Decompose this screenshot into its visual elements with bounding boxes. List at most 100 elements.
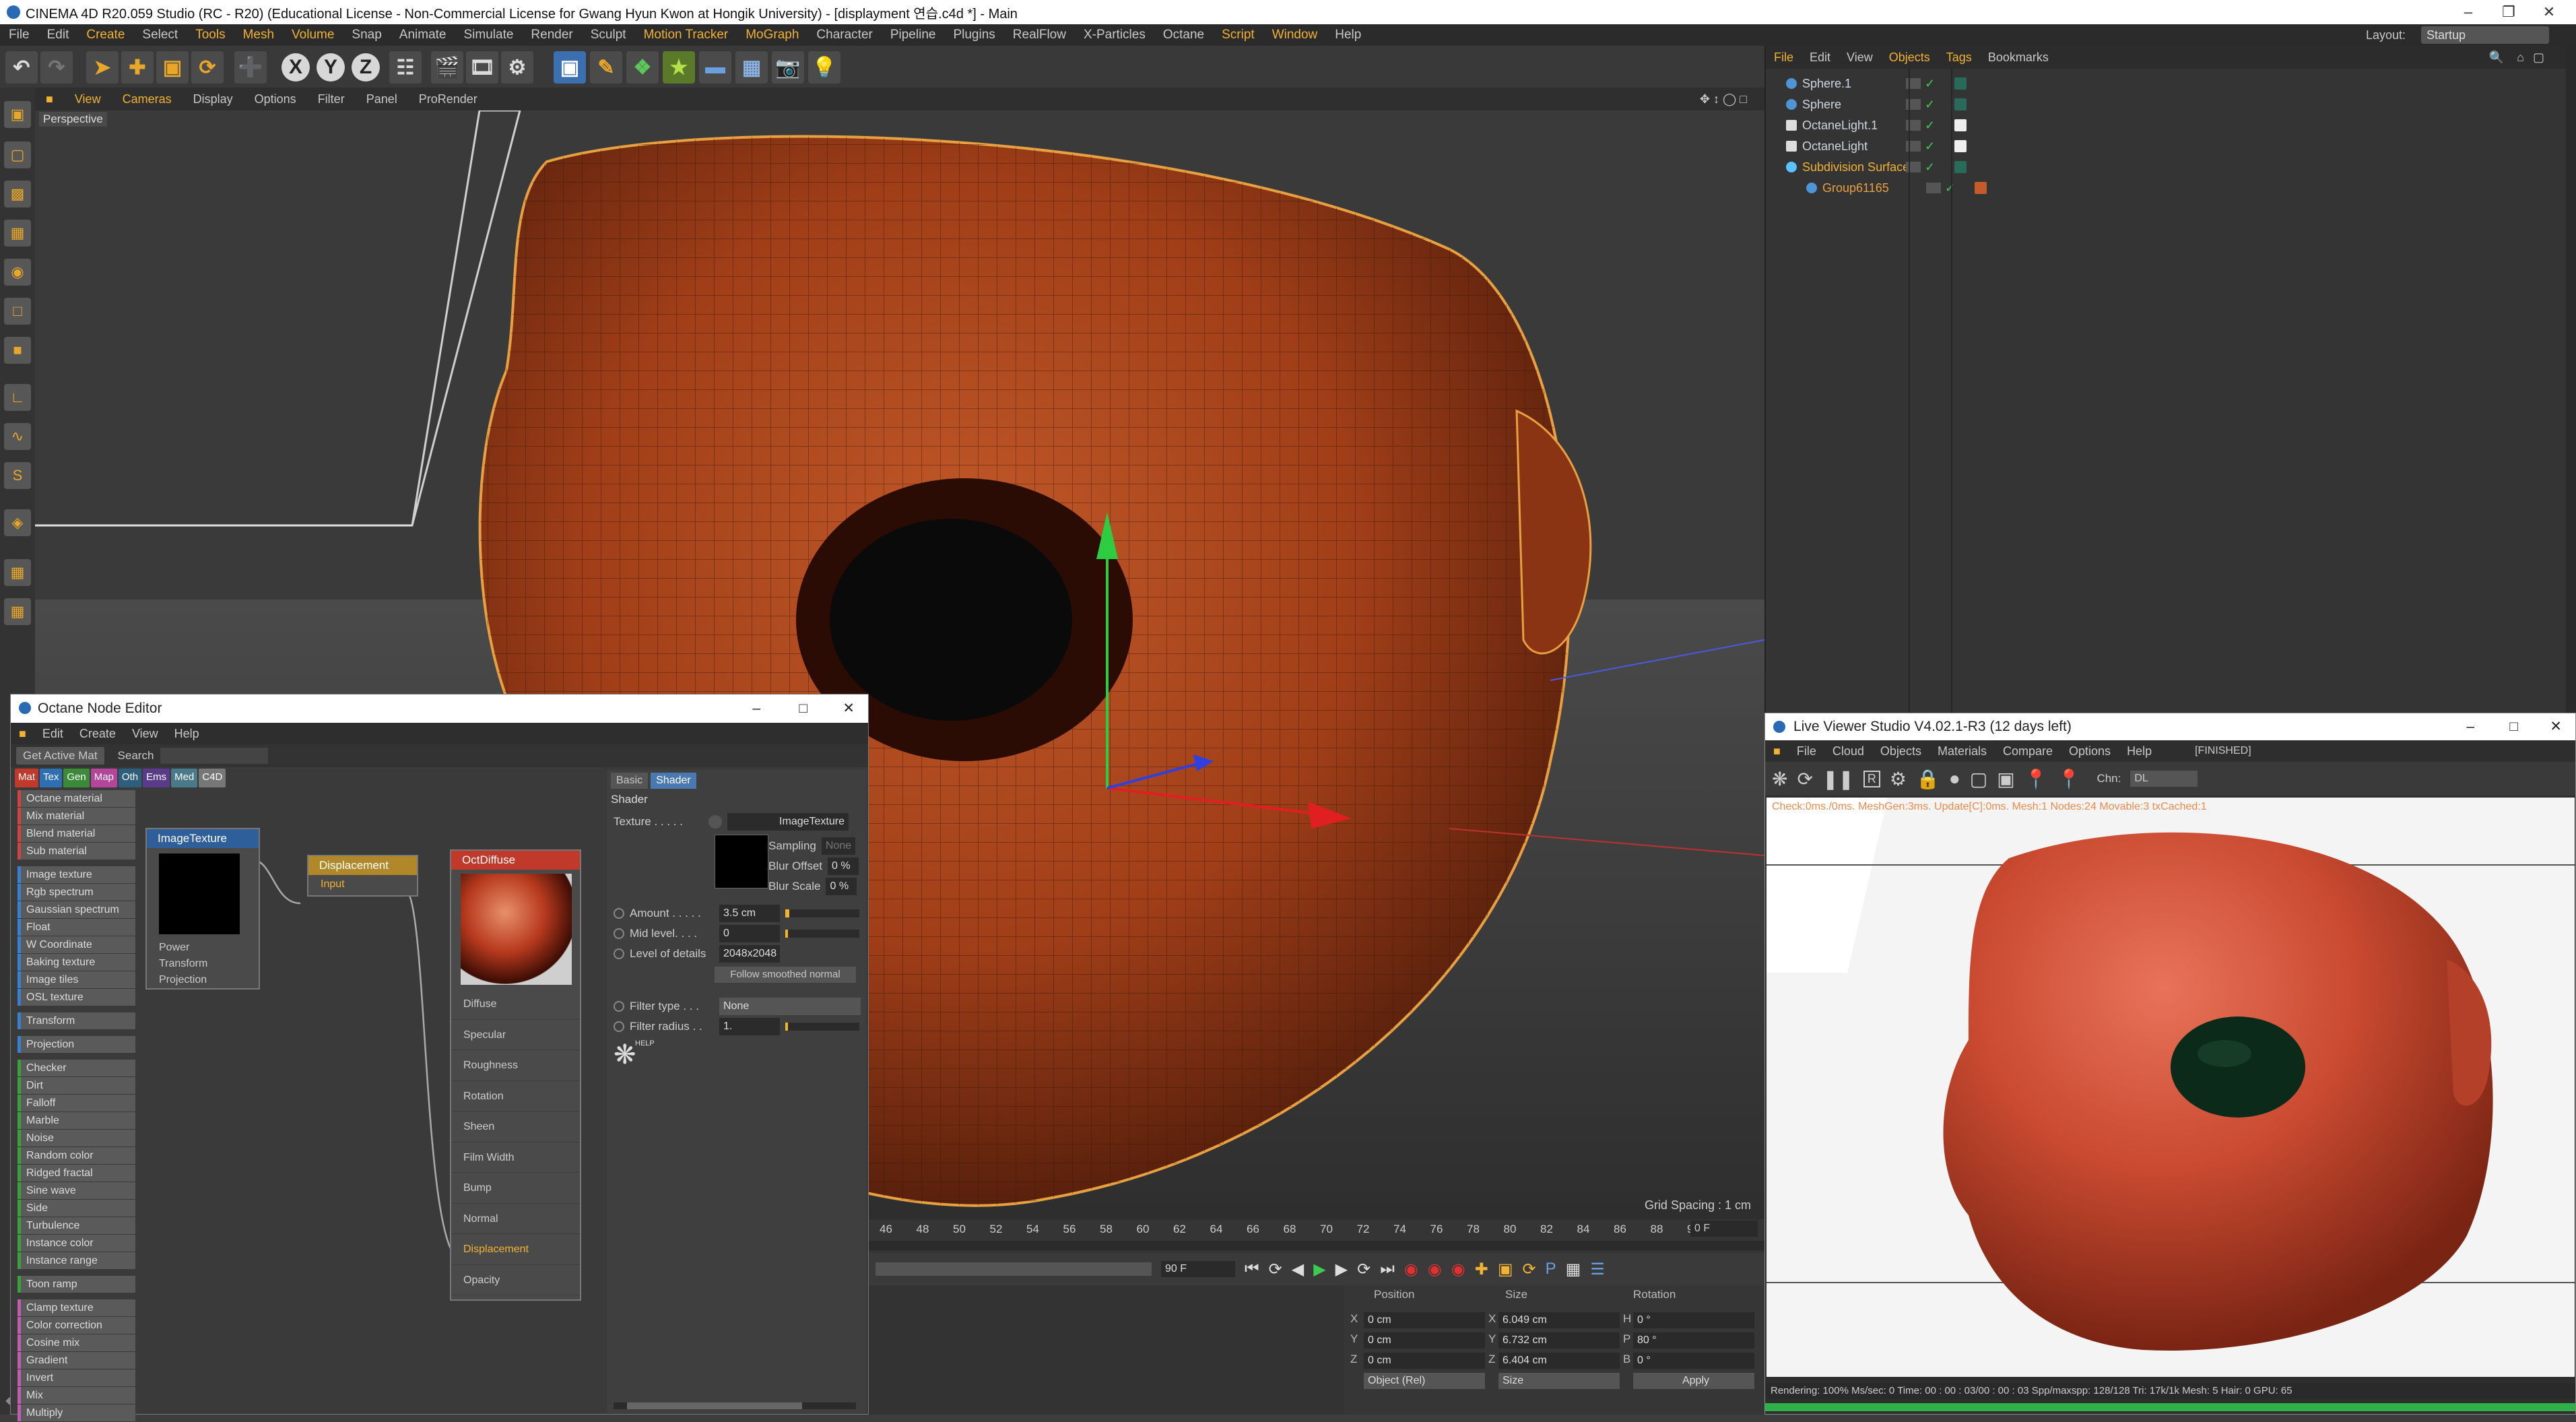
enable-check-icon[interactable]: ✓ xyxy=(1925,139,1935,154)
oct-diffuse-pin-roughness[interactable]: Roughness xyxy=(451,1050,580,1081)
planar-workplane-icon[interactable]: ▦ xyxy=(4,598,31,625)
rotation-field[interactable]: 0 ° xyxy=(1633,1312,1754,1328)
menu-x-particles[interactable]: X-Particles xyxy=(1075,24,1154,46)
viewport-menu-display[interactable]: Display xyxy=(183,88,244,110)
live-viewer-menu-options[interactable]: Options xyxy=(2061,740,2119,762)
menu-snap[interactable]: Snap xyxy=(343,24,390,46)
key-pla-icon[interactable]: ▦ xyxy=(1566,1260,1581,1279)
node-list-item[interactable]: Rgb spectrum xyxy=(18,884,135,901)
menu-help[interactable]: Help xyxy=(1326,24,1370,46)
timeline-scrub-bar[interactable] xyxy=(869,1241,1764,1250)
sampling-dropdown[interactable]: None xyxy=(821,837,855,855)
material-tag-icon[interactable] xyxy=(1954,98,1967,110)
viewport-menu-filter[interactable]: Filter xyxy=(307,88,356,110)
rotation-field[interactable]: 0 ° xyxy=(1633,1353,1754,1369)
light-tag-icon[interactable] xyxy=(1954,140,1967,152)
node-tab-mat[interactable]: Mat xyxy=(15,769,39,787)
next-key-icon[interactable]: ⟳ xyxy=(1357,1260,1370,1279)
size-field[interactable]: 6.404 cm xyxy=(1498,1353,1620,1369)
node-list-item[interactable]: OSL texture xyxy=(18,989,135,1006)
filter-type-dropdown[interactable]: None xyxy=(719,998,861,1015)
play-icon[interactable]: ▶ xyxy=(1313,1260,1325,1279)
oct-diffuse-pin-film-width[interactable]: Film Width xyxy=(451,1142,580,1173)
live-viewer-render[interactable] xyxy=(1766,798,2575,1377)
node-list-item[interactable]: Octane material xyxy=(18,790,135,807)
locked-workplane-icon[interactable]: ▦ xyxy=(4,559,31,586)
menu-mograph[interactable]: MoGraph xyxy=(737,24,807,46)
key-position-icon[interactable]: ✚ xyxy=(1475,1260,1488,1279)
size-field[interactable]: 6.732 cm xyxy=(1498,1332,1620,1349)
filter-type-anim-icon[interactable] xyxy=(614,1001,624,1012)
live-viewer-menu-compare[interactable]: Compare xyxy=(1995,740,2061,762)
deformer-icon[interactable]: ★ xyxy=(663,51,695,84)
snap-icon[interactable]: S xyxy=(4,462,31,489)
get-active-mat-button[interactable]: Get Active Mat xyxy=(16,747,104,765)
node-editor-menu-help[interactable]: Help xyxy=(166,723,207,744)
texture-link-button[interactable] xyxy=(708,815,722,829)
oct-diffuse-pin-specular[interactable]: Specular xyxy=(451,1020,580,1050)
node-list-item[interactable]: Gaussian spectrum xyxy=(18,901,135,918)
key-rotation-icon[interactable]: ⟳ xyxy=(1523,1260,1536,1279)
enable-check-icon[interactable]: ✓ xyxy=(1945,181,1955,195)
displacement-node[interactable]: Displacement Input xyxy=(307,855,418,897)
record-keys-icon[interactable]: ◉ xyxy=(1404,1260,1418,1279)
tab-shader[interactable]: Shader xyxy=(651,773,696,789)
menu-file[interactable]: File xyxy=(0,24,38,46)
live-viewer-menu-objects[interactable]: Objects xyxy=(1872,740,1929,762)
enable-check-icon[interactable]: ✓ xyxy=(1925,119,1935,133)
blur-offset-field[interactable]: 0 % xyxy=(828,858,859,875)
live-viewer-minimize-icon[interactable]: – xyxy=(2466,713,2474,740)
position-field[interactable]: 0 cm xyxy=(1364,1353,1485,1369)
menu-window[interactable]: Window xyxy=(1263,24,1327,46)
tab-basic[interactable]: Basic xyxy=(611,773,649,789)
node-list-item[interactable]: W Coordinate xyxy=(18,936,135,953)
step-forward-icon[interactable]: ▶ xyxy=(1335,1260,1348,1279)
enable-check-icon[interactable]: ✓ xyxy=(1925,160,1935,174)
axis-mode-icon[interactable]: ∟ xyxy=(4,384,31,411)
scene-floor-icon[interactable]: ▬ xyxy=(699,51,731,84)
object-menu-view[interactable]: View xyxy=(1839,46,1881,69)
z-axis-button[interactable]: Z xyxy=(352,53,380,82)
menu-character[interactable]: Character xyxy=(807,24,881,46)
rotate-icon[interactable]: ⟳ xyxy=(191,51,224,84)
filter-radius-anim-icon[interactable] xyxy=(614,1021,624,1032)
menu-realflow[interactable]: RealFlow xyxy=(1004,24,1075,46)
node-list-item[interactable]: Image tiles xyxy=(18,971,135,988)
restart-render-icon[interactable]: ⟳ xyxy=(1797,768,1812,790)
position-field[interactable]: 0 cm xyxy=(1364,1332,1485,1349)
node-list-item[interactable]: Sine wave xyxy=(18,1182,135,1199)
render-view-icon[interactable]: 🎬 xyxy=(431,51,463,84)
model-mode-icon[interactable]: ▢ xyxy=(4,141,31,168)
object-row[interactable]: Sphere ✓ xyxy=(1786,95,1967,114)
shader-panel-scrollbar[interactable] xyxy=(614,1402,856,1409)
film-region-icon[interactable]: ▣ xyxy=(1997,768,2014,790)
oct-diffuse-pin-sheen[interactable]: Sheen xyxy=(451,1111,580,1142)
displacement-pin-input[interactable]: Input xyxy=(308,875,417,894)
object-row[interactable]: OctaneLight ✓ xyxy=(1786,137,1967,156)
go-to-start-icon[interactable]: ⏮ xyxy=(1245,1260,1259,1279)
node-list-item[interactable]: Mix material xyxy=(18,808,135,825)
visibility-dots-icon[interactable] xyxy=(1926,183,1941,193)
lock-icon[interactable]: 🔒 xyxy=(1916,768,1940,790)
oct-diffuse-pin-displacement[interactable]: Displacement xyxy=(451,1234,580,1265)
image-texture-pin-transform[interactable]: Transform xyxy=(147,956,259,972)
redo-icon[interactable]: ↷ xyxy=(40,51,73,84)
layout-dropdown[interactable]: Startup xyxy=(2421,26,2549,44)
node-list-item[interactable]: Instance color xyxy=(18,1235,135,1252)
blur-scale-field[interactable]: 0 % xyxy=(826,878,857,895)
menu-tools[interactable]: Tools xyxy=(187,24,234,46)
mid-level-anim-icon[interactable] xyxy=(614,928,624,939)
node-tab-med[interactable]: Med xyxy=(171,769,198,787)
oct-diffuse-pin-bump[interactable]: Bump xyxy=(451,1173,580,1204)
environment-icon[interactable]: ▦ xyxy=(735,51,768,84)
filter-radius-field[interactable]: 1. xyxy=(719,1018,780,1035)
object-row[interactable]: Subdivision Surface ✓ xyxy=(1786,158,1967,176)
material-tag-icon[interactable] xyxy=(1975,182,1987,194)
select-arrow-icon[interactable]: ➤ xyxy=(86,51,119,84)
menu-plugins[interactable]: Plugins xyxy=(944,24,1003,46)
node-list-item[interactable]: Invert xyxy=(18,1369,135,1386)
amount-slider[interactable] xyxy=(785,909,859,917)
workplane-icon[interactable]: ▦ xyxy=(4,220,31,247)
viewport-menu-panel[interactable]: Panel xyxy=(356,88,408,110)
undo-icon[interactable]: ↶ xyxy=(5,51,38,84)
